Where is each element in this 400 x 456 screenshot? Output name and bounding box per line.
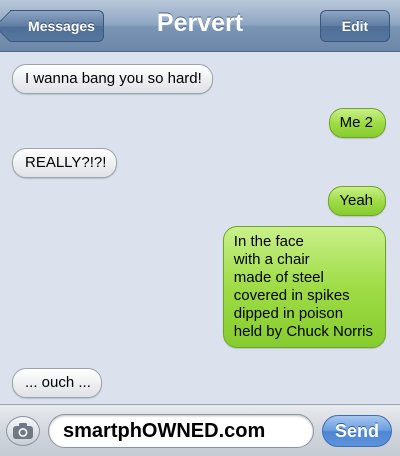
message-text: Yeah [339, 192, 373, 209]
nav-bar: Messages Pervert Edit [0, 0, 400, 52]
message-text-line: held by Chuck Norris [233, 323, 373, 340]
message-text-line: In the face [233, 233, 304, 250]
message-bubble-incoming[interactable]: ... ouch ... [12, 368, 102, 398]
message-text-line: with a chair [233, 251, 310, 268]
edit-button[interactable]: Edit [320, 10, 390, 42]
messages-screen: Messages Pervert Edit I wanna bang you s… [0, 0, 400, 456]
message-text-line: covered in spikes [233, 287, 350, 304]
message-bubble-incoming[interactable]: REALLY?!?! [12, 148, 118, 178]
camera-button[interactable] [6, 416, 40, 446]
composer-bar: smartphOWNED.com Send [0, 404, 400, 456]
message-text: REALLY?!?! [25, 154, 107, 171]
message-bubble-incoming[interactable]: I wanna bang you so hard! [12, 64, 213, 94]
camera-icon [13, 423, 33, 439]
message-text: ... ouch ... [25, 374, 91, 391]
message-text-line: made of steel [233, 269, 324, 286]
message-bubble-outgoing[interactable]: In the face with a chair made of steel c… [222, 226, 386, 348]
message-input[interactable]: smartphOWNED.com [48, 414, 314, 448]
message-bubble-outgoing[interactable]: Yeah [328, 186, 386, 216]
message-text: Me 2 [339, 114, 373, 131]
back-button-label: Messages [28, 18, 95, 34]
message-bubble-outgoing[interactable]: Me 2 [328, 108, 386, 138]
message-text-line: dipped in poison [233, 305, 344, 322]
send-button[interactable]: Send [322, 415, 392, 447]
message-text: I wanna bang you so hard! [25, 70, 202, 87]
